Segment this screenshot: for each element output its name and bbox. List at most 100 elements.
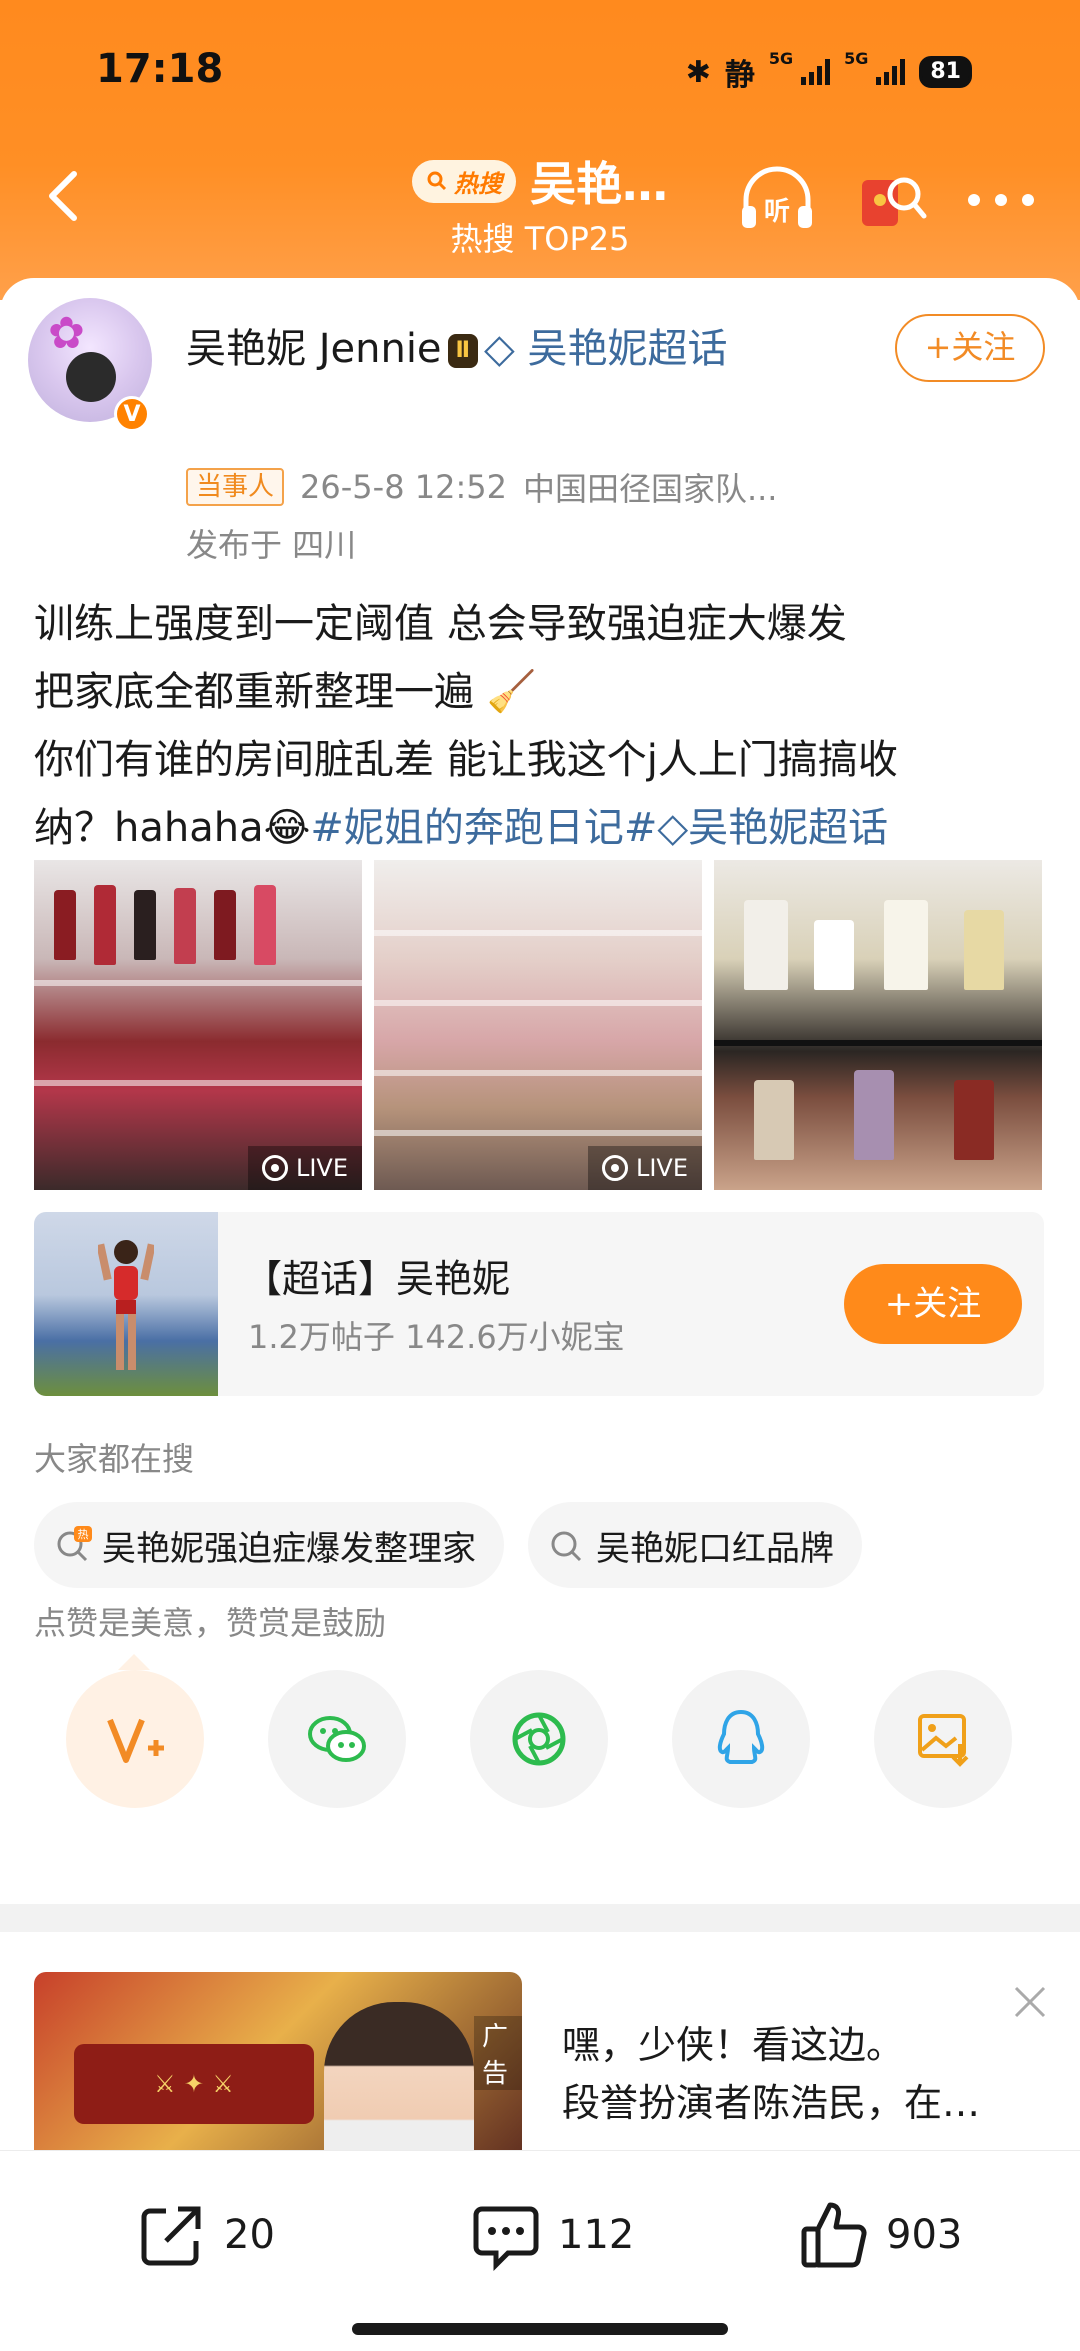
search-chip-label: 吴艳妮强迫症爆发整理家	[102, 1528, 476, 1569]
top-nav: 热搜 吴艳… 热搜 TOP25 听	[0, 130, 1080, 270]
wechat-icon	[308, 1716, 366, 1762]
ad-text: 嘿，少侠！看这边。 段誉扮演者陈浩民，在…	[562, 2016, 1042, 2132]
like-button[interactable]: 903	[796, 2197, 962, 2273]
perfume-bottle	[744, 900, 788, 990]
ad-image[interactable]: ⚔ ✦ ⚔ 广告	[34, 1972, 522, 2172]
svg-text:听: 听	[764, 197, 790, 227]
diamond-icon: ◇	[484, 326, 528, 372]
ad-line: 段誉扮演者陈浩民，在…	[562, 2081, 981, 2125]
red-packet-search-icon[interactable]	[852, 164, 934, 236]
share-wechat-button[interactable]	[268, 1670, 406, 1808]
share-moments-button[interactable]	[470, 1670, 608, 1808]
mute-indicator: 静	[724, 58, 755, 93]
lipstick	[214, 890, 236, 960]
post-image-perfumes[interactable]	[714, 860, 1042, 1190]
bluetooth-icon: ✱	[685, 54, 711, 90]
post-meta: 当事人 26-5-8 12:52 中国田径国家队...	[186, 464, 777, 510]
share-row	[66, 1670, 1012, 1808]
signal-icon-2	[876, 59, 906, 85]
post-text-line: 你们有谁的房间脏乱差 能让我这个j人上门搞搞收	[34, 737, 898, 783]
verified-badge-icon: V	[114, 396, 150, 432]
action-bar: 20 112 903	[0, 2150, 1080, 2351]
live-label: LIVE	[635, 1154, 688, 1182]
hot-search-label: 热搜	[454, 169, 502, 198]
lipstick	[254, 885, 276, 965]
section-divider	[0, 1904, 1080, 1932]
repost-icon	[141, 2206, 201, 2266]
author-supertopic-link[interactable]: 吴艳妮超话	[528, 326, 728, 372]
perfume-bottle	[964, 910, 1004, 990]
shelf	[34, 980, 362, 986]
encourage-text: 点赞是美意，赞赏是鼓励	[34, 1604, 387, 1642]
status-icons: ✱ 静 5G 5G 81	[685, 48, 972, 94]
hashtag-link[interactable]: #妮姐的奔跑日记#	[310, 805, 657, 851]
author-name[interactable]: 吴艳妮 Jennie	[186, 326, 442, 372]
hot-search-icon: 热	[57, 1526, 92, 1562]
lipstick	[94, 885, 116, 965]
post-text-tail: 纳？hahaha😂	[34, 805, 311, 851]
lipstick	[54, 890, 76, 960]
reward-v-plus-icon	[107, 1718, 164, 1763]
related-searches: 热 吴艳妮强迫症爆发整理家 吴艳妮口红品牌	[34, 1502, 862, 1588]
repost-button[interactable]: 20	[134, 2197, 275, 2273]
status-time: 17:18	[96, 46, 224, 92]
thumbs-up-icon	[801, 2202, 867, 2268]
supertopic-follow-button[interactable]: +关注	[844, 1264, 1022, 1344]
comment-button[interactable]: 112	[468, 2197, 634, 2273]
shelf	[374, 1000, 702, 1006]
supertopic-thumbnail	[34, 1212, 218, 1396]
shelf	[374, 1130, 702, 1136]
post-text-line: 把家底全都重新整理一遍 🧹	[34, 669, 537, 715]
reward-button[interactable]	[66, 1670, 204, 1808]
more-icon[interactable]	[960, 164, 1042, 236]
search-chip[interactable]: 吴艳妮口红品牌	[528, 1502, 862, 1588]
post-source[interactable]: 中国田径国家队...	[523, 464, 778, 510]
bow-icon: ✿	[48, 308, 85, 359]
post-image-lipsticks[interactable]: LIVE	[34, 860, 362, 1190]
hot-search-pill: 热搜	[412, 159, 516, 203]
live-badge: LIVE	[247, 1146, 362, 1190]
ad-person-figure	[324, 2002, 474, 2172]
perfume-bottle	[954, 1080, 994, 1160]
repost-count: 20	[224, 2212, 275, 2258]
listen-icon[interactable]: 听	[736, 164, 818, 236]
supertopic-stats: 1.2万帖子 142.6万小妮宝	[248, 1318, 625, 1356]
post-text-line: 纳？hahaha😂#妮姐的奔跑日记#◇吴艳妮超话	[34, 794, 1044, 862]
shelf	[714, 1040, 1042, 1046]
supertopic-card[interactable]: 【超话】吴艳妮 1.2万帖子 142.6万小妮宝 +关注	[34, 1212, 1044, 1396]
supertopic-tag-link[interactable]: 吴艳妮超话	[688, 805, 888, 851]
signal-icon	[801, 59, 831, 85]
home-indicator	[352, 2323, 728, 2335]
ad-line: 嘿，少侠！看这边。	[562, 2023, 905, 2067]
post-text-line: 训练上强度到一定阈值 总会导致强迫症大爆发	[34, 601, 847, 647]
shelf	[34, 1080, 362, 1086]
author-line: 吴艳妮 Jennie Ⅱ ◇ 吴艳妮超话	[186, 320, 826, 378]
member-crown-badge[interactable]: Ⅱ	[447, 334, 479, 368]
svg-text:热: 热	[78, 1528, 89, 1541]
perfume-bottle	[754, 1080, 794, 1160]
role-tag: 当事人	[186, 468, 285, 506]
shelf	[374, 1070, 702, 1076]
share-qq-button[interactable]	[672, 1670, 810, 1808]
runner-figure	[98, 1240, 154, 1370]
lipstick	[134, 890, 156, 960]
moments-icon	[512, 1712, 566, 1766]
lipstick	[174, 888, 196, 964]
live-photo-icon	[261, 1155, 288, 1181]
search-chip-label: 吴艳妮口红品牌	[596, 1528, 834, 1569]
avatar-figure	[66, 352, 116, 402]
related-search-label: 大家都在搜	[34, 1440, 195, 1478]
ad-card[interactable]: ⚔ ✦ ⚔ 广告 嘿，少侠！看这边。 段誉扮演者陈浩民，在…	[0, 1932, 1080, 2172]
save-image-button[interactable]	[874, 1670, 1012, 1808]
comment-icon	[473, 2206, 539, 2272]
perfume-bottle	[814, 920, 854, 990]
post-image-palettes[interactable]: LIVE	[374, 860, 702, 1190]
follow-button[interactable]: +关注	[895, 314, 1045, 382]
post-card: ✿ V 吴艳妮 Jennie Ⅱ ◇ 吴艳妮超话 +关注 当事人 26-5-8 12…	[0, 278, 1080, 1898]
save-image-icon	[918, 1714, 969, 1767]
search-icon	[551, 1531, 582, 1562]
status-bar: 17:18 ✱ 静 5G 5G 81	[0, 40, 1080, 100]
post-images: LIVE LIVE	[34, 860, 1044, 1190]
network-type-1: 5G	[768, 48, 794, 68]
search-chip[interactable]: 热 吴艳妮强迫症爆发整理家	[34, 1502, 504, 1588]
